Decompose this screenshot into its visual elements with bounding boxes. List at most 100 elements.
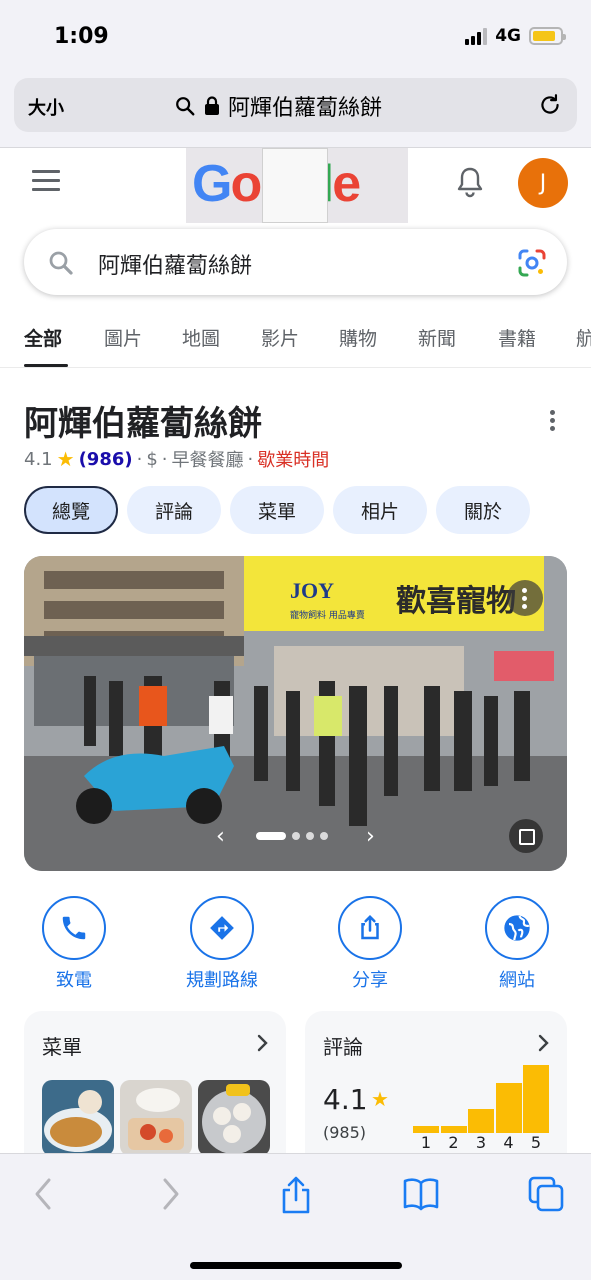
carousel-prev-icon[interactable]: ‹ xyxy=(216,824,225,849)
search-box[interactable]: 阿輝伯蘿蔔絲餅 xyxy=(24,229,567,295)
share-button[interactable]: 分享 xyxy=(310,896,430,992)
tab-flights[interactable]: 航 xyxy=(576,324,591,351)
battery-icon xyxy=(529,27,566,45)
chip-photos[interactable]: 相片 xyxy=(333,486,427,534)
tabs-icon[interactable] xyxy=(528,1176,564,1212)
address-bar[interactable]: 大小 阿輝伯蘿蔔絲餅 xyxy=(14,78,577,132)
browser-address-area: 大小 阿輝伯蘿蔔絲餅 xyxy=(0,74,591,148)
rating-bar-label: 3 xyxy=(475,1133,487,1152)
bookmarks-icon[interactable] xyxy=(402,1176,440,1212)
storefront-photo: JOY 寵物飼料 用品專賣 歡喜寵物 xyxy=(24,556,567,871)
photo-more-icon[interactable] xyxy=(507,580,543,616)
search-input[interactable]: 阿輝伯蘿蔔絲餅 xyxy=(98,248,252,280)
search-icon xyxy=(49,251,73,275)
rating-bar-5 xyxy=(523,1065,549,1133)
directions-button[interactable]: 規劃路線 xyxy=(162,896,282,992)
shop-sign-brand: JOY xyxy=(290,578,334,603)
rating-bar-1 xyxy=(413,1125,439,1133)
google-lens-icon[interactable] xyxy=(517,248,547,278)
tab-books[interactable]: 書籍 xyxy=(498,324,536,351)
rating-bar-label: 5 xyxy=(530,1133,542,1152)
menu-icon[interactable] xyxy=(32,170,60,197)
reviews-count: (985) xyxy=(323,1123,367,1142)
star-icon: ★ xyxy=(371,1087,389,1111)
back-icon[interactable] xyxy=(32,1176,54,1212)
call-button[interactable]: 致電 xyxy=(14,896,134,992)
search-icon xyxy=(176,97,195,116)
share-icon xyxy=(338,896,402,960)
business-photo-carousel[interactable]: JOY 寵物飼料 用品專賣 歡喜寵物 ‹ › xyxy=(24,556,567,871)
reviews-card[interactable]: 評論 4.1 ★ (985) 12345 xyxy=(305,1011,567,1171)
expand-photo-icon[interactable] xyxy=(509,819,543,853)
menu-photo[interactable] xyxy=(42,1080,114,1156)
share-label: 分享 xyxy=(352,970,388,991)
hours-status[interactable]: 歇業時間 xyxy=(257,446,329,472)
forward-icon[interactable] xyxy=(160,1176,182,1212)
review-count-link[interactable]: (986) xyxy=(79,449,133,470)
directions-label: 規劃路線 xyxy=(186,970,258,991)
star-icon: ★ xyxy=(56,447,75,471)
lock-icon xyxy=(205,96,219,115)
business-name: 阿輝伯蘿蔔絲餅 xyxy=(24,404,262,444)
separator: · xyxy=(136,448,143,470)
price-level: $ xyxy=(146,448,158,470)
reviews-card-title: 評論 xyxy=(323,1035,363,1059)
active-tab-indicator xyxy=(24,364,68,367)
status-bar: 1:09 4G xyxy=(0,0,591,74)
chip-menu[interactable]: 菜單 xyxy=(230,486,324,534)
tab-all[interactable]: 全部 xyxy=(24,324,62,351)
more-options-icon[interactable] xyxy=(550,410,555,434)
rating-bar-label: 2 xyxy=(448,1133,459,1152)
rating-bar-3 xyxy=(468,1109,494,1133)
website-button[interactable]: 網站 xyxy=(457,896,577,992)
browser-toolbar xyxy=(0,1153,591,1280)
rating-bar-4 xyxy=(495,1083,522,1133)
address-field[interactable]: 阿輝伯蘿蔔絲餅 xyxy=(174,90,382,122)
notifications-icon[interactable] xyxy=(456,166,484,198)
separator: · xyxy=(161,448,168,470)
business-category: 早餐餐廳 xyxy=(171,450,244,471)
network-type: 4G xyxy=(495,26,521,46)
menu-card[interactable]: 菜單 xyxy=(24,1011,286,1171)
reload-icon[interactable] xyxy=(537,92,563,118)
rating-bar-label: 4 xyxy=(503,1133,514,1152)
share-icon[interactable] xyxy=(280,1176,312,1216)
call-label: 致電 xyxy=(56,970,92,991)
menu-card-title: 菜單 xyxy=(42,1035,82,1059)
reviews-rating: 4.1 xyxy=(323,1083,368,1116)
home-indicator xyxy=(190,1262,402,1269)
chip-overview[interactable]: 總覽 xyxy=(24,486,118,534)
tab-maps[interactable]: 地圖 xyxy=(182,324,220,351)
globe-icon xyxy=(485,896,549,960)
business-meta: 4.1 ★ (986) · $ · 早餐餐廳 · 歇業時間 xyxy=(24,446,329,472)
website-label: 網站 xyxy=(499,970,535,991)
url-text: 阿輝伯蘿蔔絲餅 xyxy=(228,96,383,121)
tab-shopping[interactable]: 購物 xyxy=(339,324,377,351)
account-avatar[interactable]: J xyxy=(518,158,568,208)
shop-sign-subtitle: 寵物飼料 用品專賣 xyxy=(290,609,365,621)
doodle-ballot-box xyxy=(262,148,328,223)
status-indicators: 4G xyxy=(465,26,566,46)
search-tabs: 全部 圖片 地圖 影片 購物 新聞 書籍 航 xyxy=(0,318,591,368)
rating-value: 4.1 xyxy=(24,448,53,470)
carousel-next-icon[interactable]: › xyxy=(366,824,375,849)
separator: · xyxy=(247,448,254,470)
text-size-button[interactable]: 大小 xyxy=(28,94,64,120)
tab-videos[interactable]: 影片 xyxy=(261,324,299,351)
status-time: 1:09 xyxy=(54,24,109,49)
google-doodle[interactable]: Google xyxy=(186,148,408,223)
tab-images[interactable]: 圖片 xyxy=(104,324,142,351)
carousel-dots xyxy=(256,832,328,840)
chip-reviews[interactable]: 評論 xyxy=(127,486,221,534)
tab-news[interactable]: 新聞 xyxy=(418,324,456,351)
signal-icon xyxy=(465,27,488,45)
phone-icon xyxy=(42,896,106,960)
rating-bar-label: 1 xyxy=(420,1133,432,1152)
google-header: Google J xyxy=(0,148,591,228)
chip-about[interactable]: 關於 xyxy=(436,486,530,534)
menu-photo[interactable] xyxy=(120,1080,192,1156)
directions-icon xyxy=(190,896,254,960)
menu-photo[interactable] xyxy=(198,1080,270,1156)
shop-sign-main: 歡喜寵物 xyxy=(396,584,516,619)
rating-distribution xyxy=(413,1063,553,1133)
